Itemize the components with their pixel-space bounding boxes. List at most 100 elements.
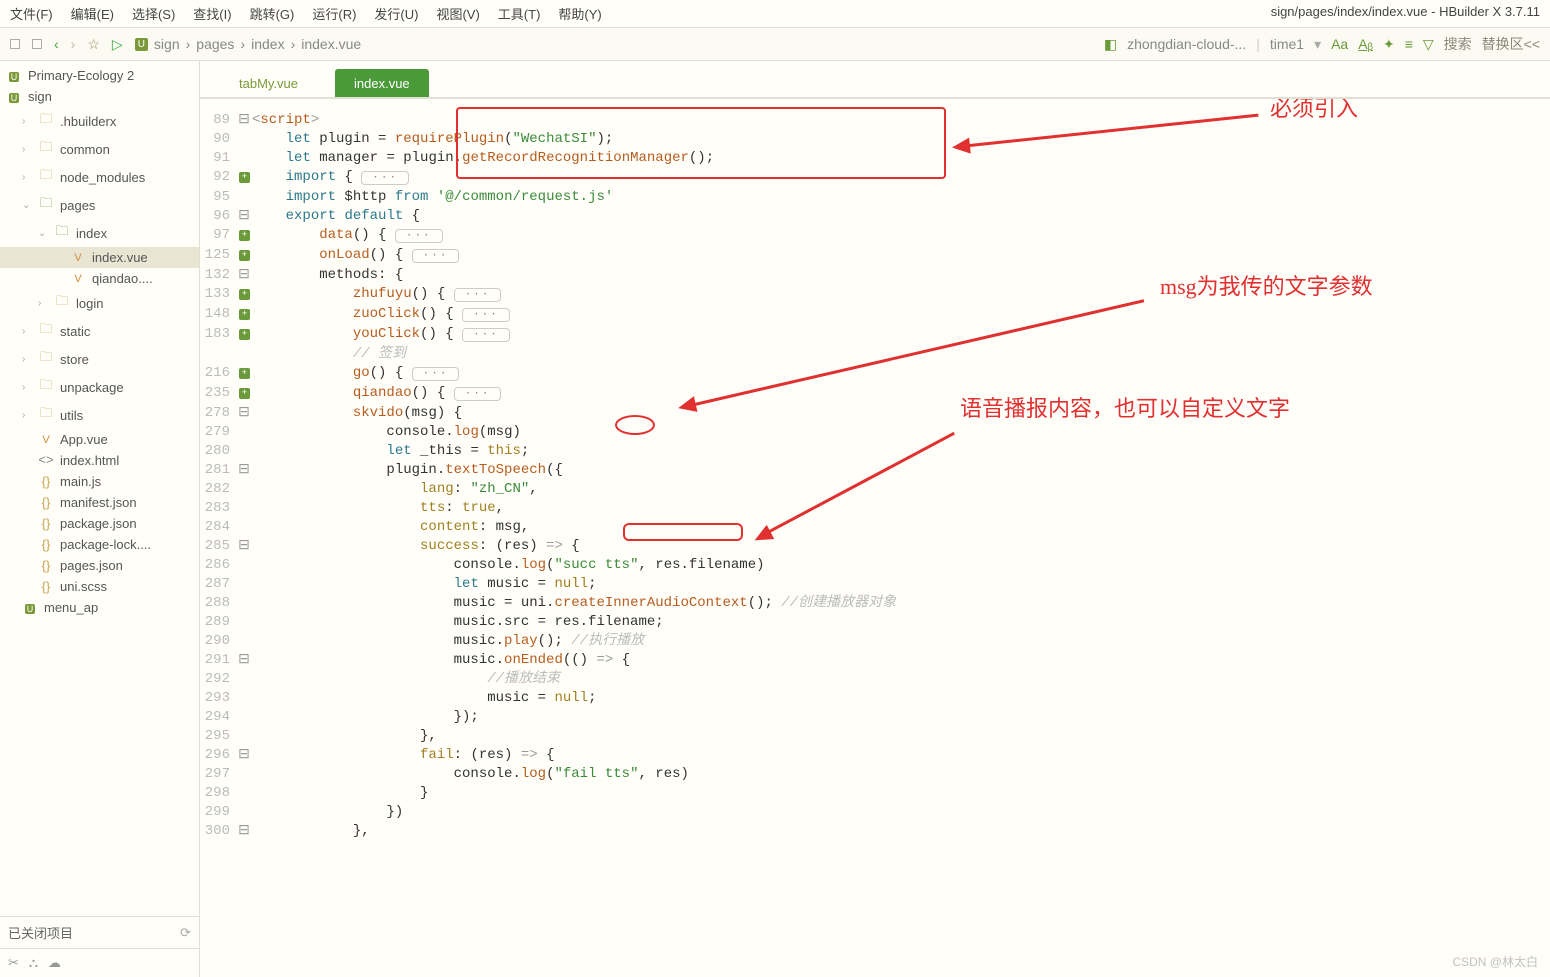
tree-item[interactable]: {}uni.scss xyxy=(0,576,199,597)
tree-item[interactable]: Umenu_ap xyxy=(0,597,199,618)
fold-collapse-icon[interactable]: ⊟ xyxy=(236,651,252,670)
code-line[interactable]: 279 console.log(msg) xyxy=(200,423,1550,442)
code-line[interactable]: 133+ zhufuyu() { ··· xyxy=(200,285,1550,305)
fold-collapse-icon[interactable]: ⊟ xyxy=(236,746,252,765)
editor-tab[interactable]: tabMy.vue xyxy=(220,69,317,97)
tree-item[interactable]: ›🗀utils xyxy=(0,401,199,429)
code-line[interactable]: 91 let manager = plugin.getRecordRecogni… xyxy=(200,149,1550,168)
tree-item[interactable]: ›🗀common xyxy=(0,135,199,163)
box-icon[interactable] xyxy=(10,36,20,52)
tree-item[interactable]: ›🗀static xyxy=(0,317,199,345)
menu-item[interactable]: 文件(F) xyxy=(10,4,53,23)
fold-expand-icon[interactable]: + xyxy=(239,309,250,320)
fold-collapse-icon[interactable]: ⊟ xyxy=(236,404,252,423)
code-line[interactable]: 92+ import { ··· xyxy=(200,168,1550,188)
tree-item[interactable]: {}pages.json xyxy=(0,555,199,576)
fold-expand-icon[interactable]: + xyxy=(239,329,250,340)
nav-back-icon[interactable]: ‹ xyxy=(54,36,59,52)
menu-item[interactable]: 编辑(E) xyxy=(71,4,114,23)
star-icon[interactable]: ☆ xyxy=(87,36,100,53)
fold-collapse-icon[interactable]: ⊟ xyxy=(236,461,252,480)
editor-tab[interactable]: index.vue xyxy=(335,69,429,97)
code-line[interactable]: 89⊟<script> xyxy=(200,111,1550,130)
tree-item[interactable]: ›🗀store xyxy=(0,345,199,373)
code-line[interactable]: 300⊟ }, xyxy=(200,822,1550,841)
tree-item[interactable]: ›🗀.hbuilderx xyxy=(0,107,199,135)
fold-collapse-icon[interactable]: ⊟ xyxy=(236,207,252,226)
code-line[interactable]: 298 } xyxy=(200,784,1550,803)
menu-item[interactable]: 选择(S) xyxy=(132,4,175,23)
font-aa-icon[interactable]: Aa xyxy=(1331,36,1348,52)
code-line[interactable]: 297 console.log("fail tts", res) xyxy=(200,765,1550,784)
code-line[interactable]: 287 let music = null; xyxy=(200,575,1550,594)
code-line[interactable]: 292 //播放结束 xyxy=(200,670,1550,689)
code-line[interactable]: 96⊟ export default { xyxy=(200,207,1550,226)
cloud-icon[interactable]: ◧ xyxy=(1104,36,1117,53)
replace-label[interactable]: 替换区<< xyxy=(1482,34,1540,54)
fold-expand-icon[interactable]: + xyxy=(239,368,250,379)
code-line[interactable]: 283 tts: true, xyxy=(200,499,1550,518)
filter-icon[interactable]: ▽ xyxy=(1423,36,1434,53)
code-line[interactable]: 216+ go() { ··· xyxy=(200,364,1550,384)
run-config[interactable]: zhongdian-cloud-... xyxy=(1127,36,1246,52)
tree-item[interactable]: {}main.js xyxy=(0,471,199,492)
code-line[interactable]: 284 content: msg, xyxy=(200,518,1550,537)
fold-collapse-icon[interactable]: ⊟ xyxy=(236,111,252,130)
code-line[interactable]: 296⊟ fail: (res) => { xyxy=(200,746,1550,765)
code-line[interactable]: 289 music.src = res.filename; xyxy=(200,613,1550,632)
code-line[interactable]: 132⊟ methods: { xyxy=(200,266,1550,285)
code-line[interactable]: 97+ data() { ··· xyxy=(200,226,1550,246)
fold-expand-icon[interactable]: + xyxy=(239,388,250,399)
tree-item[interactable]: Vindex.vue xyxy=(0,247,199,268)
code-line[interactable]: 148+ zuoClick() { ··· xyxy=(200,305,1550,325)
menu-item[interactable]: 查找(I) xyxy=(193,4,231,23)
tree-item[interactable]: ›🗀login xyxy=(0,289,199,317)
fold-expand-icon[interactable]: + xyxy=(239,172,250,183)
code-line[interactable]: 294 }); xyxy=(200,708,1550,727)
code-line[interactable]: 291⊟ music.onEnded(() => { xyxy=(200,651,1550,670)
code-line[interactable]: 285⊟ success: (res) => { xyxy=(200,537,1550,556)
menu-item[interactable]: 发行(U) xyxy=(374,4,418,23)
tree-item[interactable]: ›🗀node_modules xyxy=(0,163,199,191)
code-line[interactable]: 286 console.log("succ tts", res.filename… xyxy=(200,556,1550,575)
project-root[interactable]: UPrimary-Ecology 2 xyxy=(0,65,199,86)
code-line[interactable]: 282 lang: "zh_CN", xyxy=(200,480,1550,499)
code-line[interactable]: 293 music = null; xyxy=(200,689,1550,708)
code-line[interactable]: 288 music = uni.createInnerAudioContext(… xyxy=(200,594,1550,613)
breadcrumb[interactable]: U sign › pages › index › index.vue xyxy=(135,36,362,52)
code-line[interactable]: 90 let plugin = requirePlugin("WechatSI"… xyxy=(200,130,1550,149)
fold-collapse-icon[interactable]: ⊟ xyxy=(236,537,252,556)
search-label[interactable]: 搜索 xyxy=(1444,34,1472,54)
tree-item[interactable]: {}manifest.json xyxy=(0,492,199,513)
time-label[interactable]: time1 xyxy=(1270,36,1304,52)
menu-item[interactable]: 跳转(G) xyxy=(250,4,295,23)
tree-item[interactable]: {}package.json xyxy=(0,513,199,534)
code-line[interactable]: 280 let _this = this; xyxy=(200,442,1550,461)
fold-expand-icon[interactable]: + xyxy=(239,230,250,241)
closed-projects[interactable]: 已关闭项目⟳ xyxy=(0,916,199,948)
menu-item[interactable]: 帮助(Y) xyxy=(558,4,601,23)
code-line[interactable]: 235+ qiandao() { ··· xyxy=(200,384,1550,404)
menu-item[interactable]: 视图(V) xyxy=(436,4,479,23)
code-line[interactable]: 95 import $http from '@/common/request.j… xyxy=(200,188,1550,207)
fold-expand-icon[interactable]: + xyxy=(239,250,250,261)
run-icon[interactable]: ▷ xyxy=(112,36,123,53)
cut-icon[interactable]: ✂ xyxy=(8,955,19,971)
fold-collapse-icon[interactable]: ⊟ xyxy=(236,822,252,841)
list-icon[interactable]: ≡ xyxy=(1405,36,1413,52)
fold-expand-icon[interactable]: + xyxy=(239,289,250,300)
tree-item[interactable]: ›🗀unpackage xyxy=(0,373,199,401)
tree-item[interactable]: {}package-lock.... xyxy=(0,534,199,555)
font-ab-icon[interactable]: Aᵦ xyxy=(1358,36,1373,52)
file-tree[interactable]: UPrimary-Ecology 2Usign›🗀.hbuilderx›🗀com… xyxy=(0,65,199,916)
tree-item[interactable]: <>index.html xyxy=(0,450,199,471)
cloud2-icon[interactable]: ☁ xyxy=(48,955,61,971)
code-line[interactable]: 290 music.play(); //执行播放 xyxy=(200,632,1550,651)
tree-item[interactable]: Vqiandao.... xyxy=(0,268,199,289)
project-root[interactable]: Usign xyxy=(0,86,199,107)
code-line[interactable]: 281⊟ plugin.textToSpeech({ xyxy=(200,461,1550,480)
menu-item[interactable]: 运行(R) xyxy=(312,4,356,23)
tree-item[interactable]: ⌄🗀index xyxy=(0,219,199,247)
fold-collapse-icon[interactable]: ⊟ xyxy=(236,266,252,285)
nav-fwd-icon[interactable]: › xyxy=(71,36,76,52)
